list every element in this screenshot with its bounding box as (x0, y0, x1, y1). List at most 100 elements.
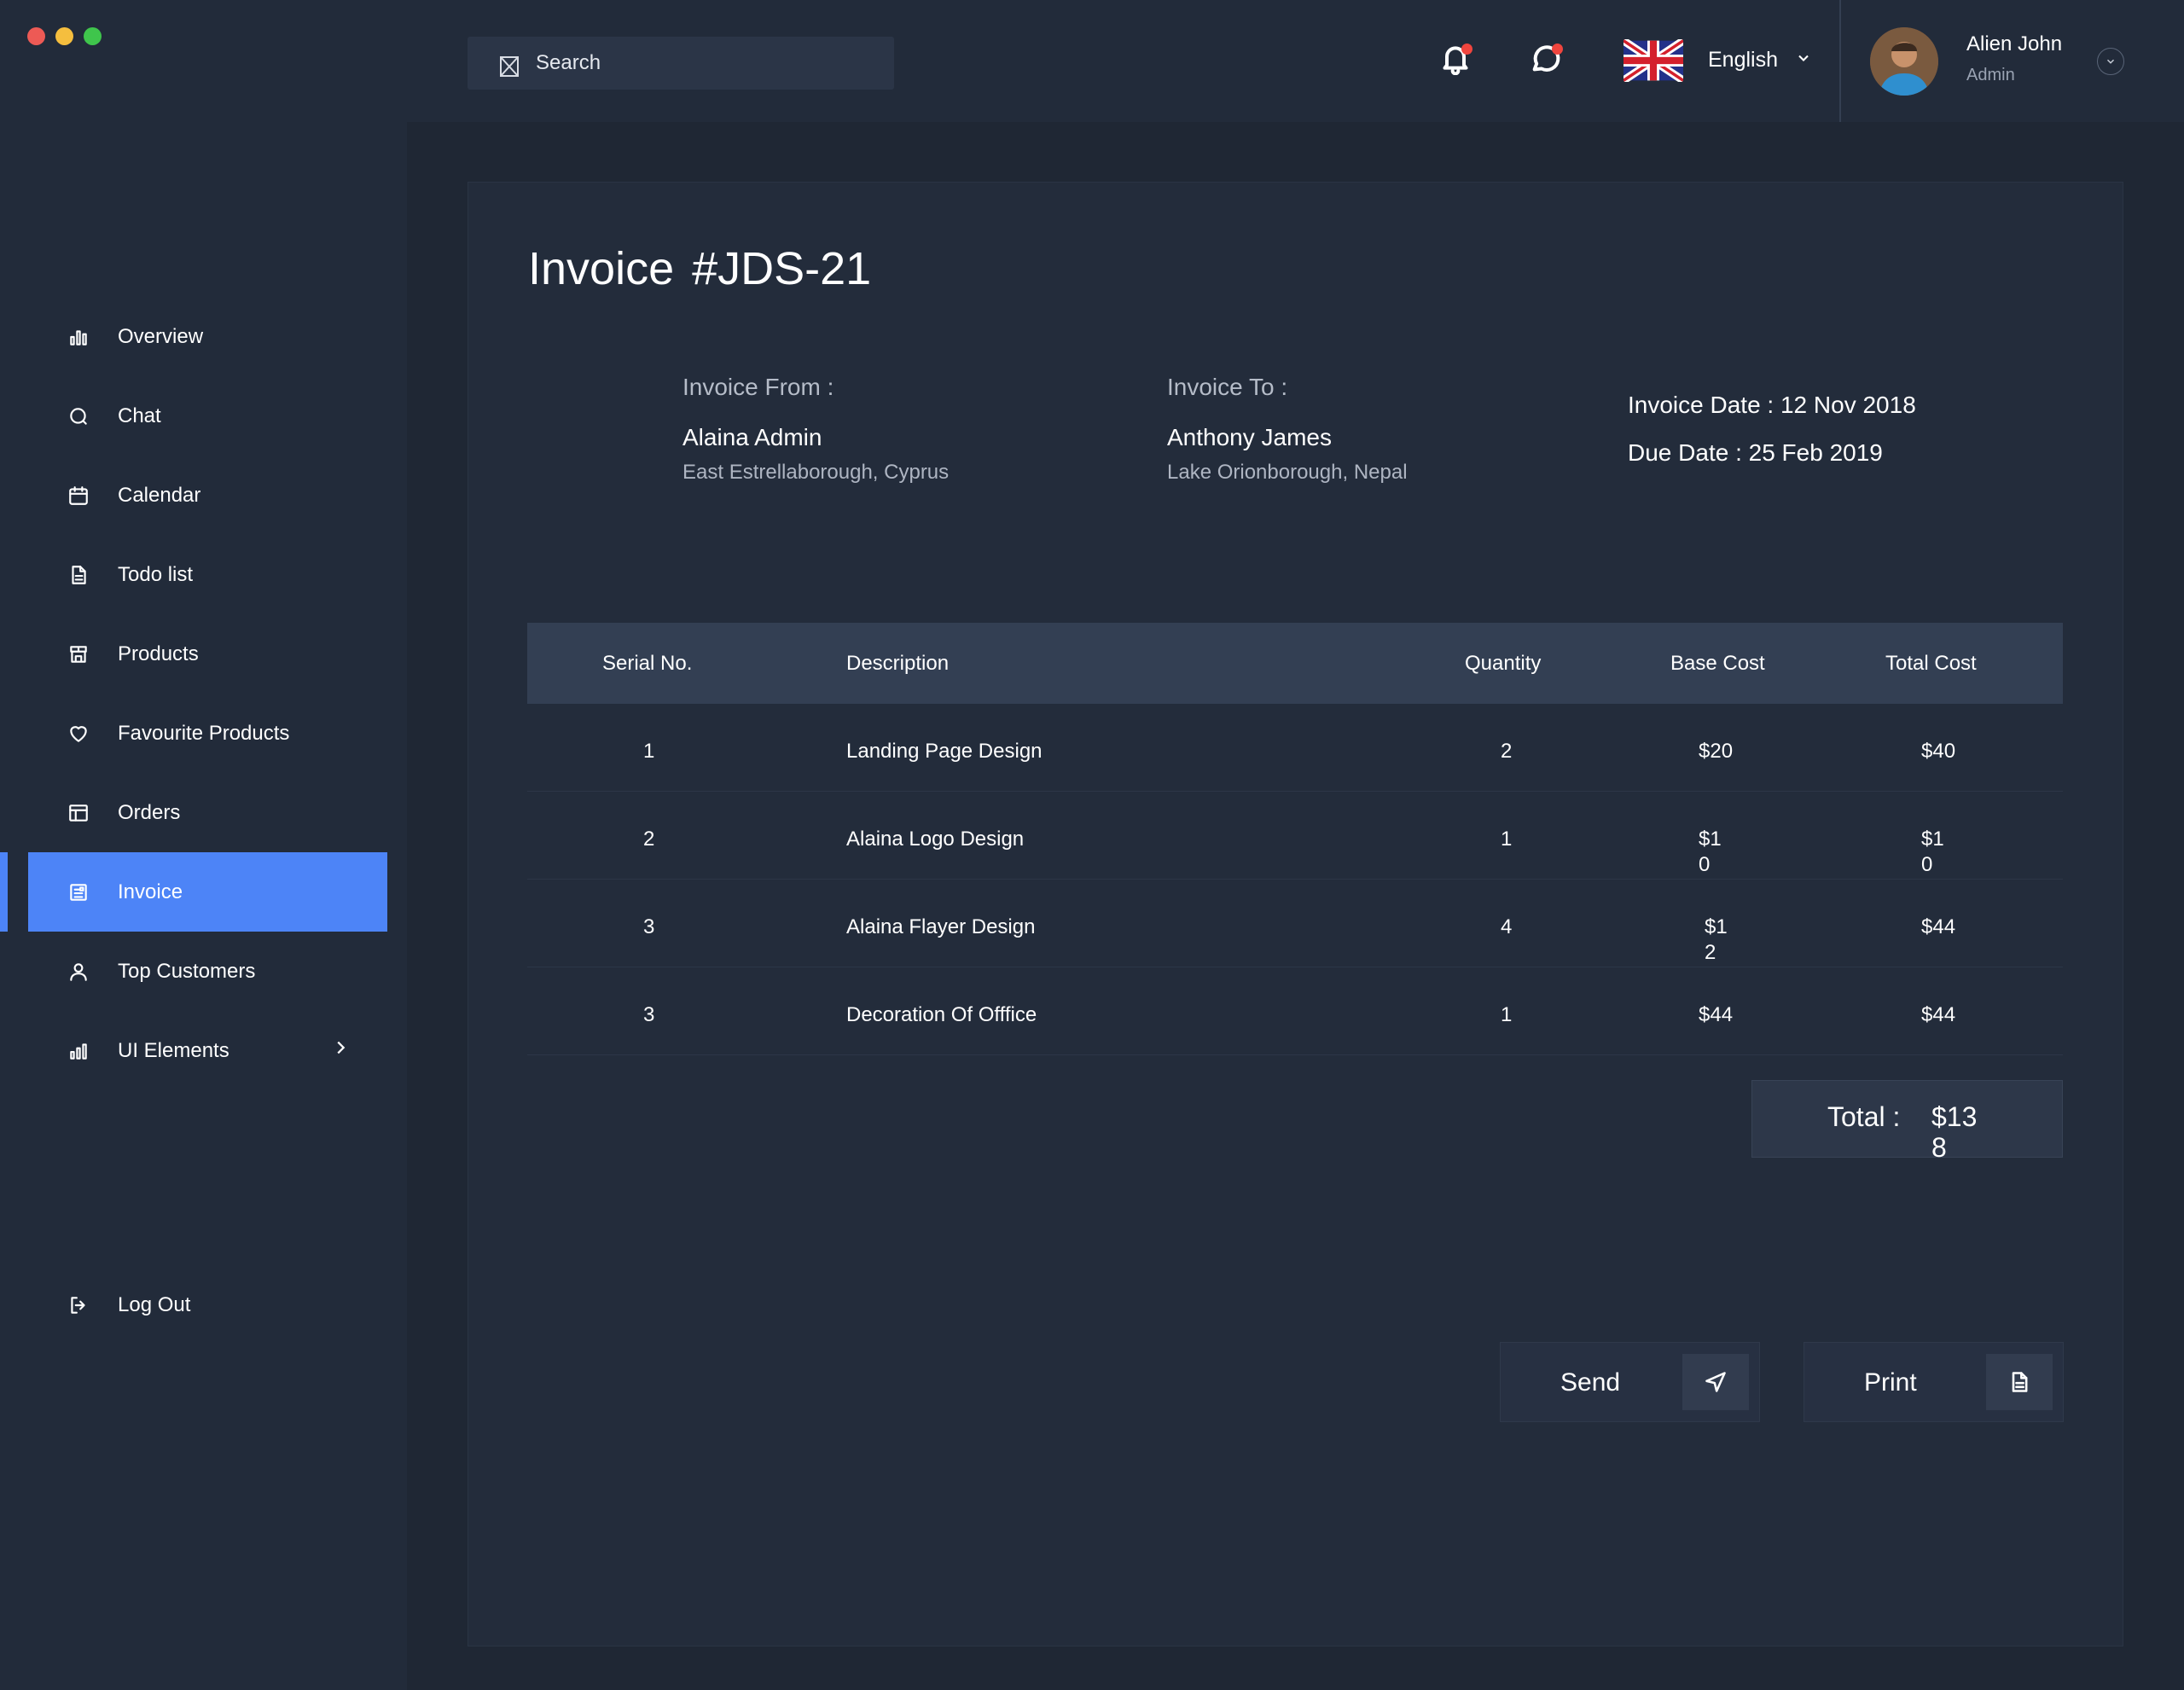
column-header: Quantity (1465, 652, 1542, 675)
sidebar-item-label: Invoice (118, 880, 183, 903)
store-icon (67, 642, 90, 666)
header-divider (1839, 0, 1841, 122)
document-icon (67, 563, 90, 587)
column-header: Description (846, 652, 950, 675)
table-row: 1 Landing Page Design 2 $20 $40 (527, 704, 2063, 792)
layout-icon (67, 801, 90, 825)
cell-total-cost: $40 (1921, 740, 1956, 763)
cell-base-cost: $10 (1699, 828, 1722, 876)
cell-quantity: 1 (1501, 1003, 1513, 1026)
sidebar-item-calendar[interactable]: Calendar (28, 456, 387, 535)
invoice-from-address: East Estrellaborough, Cyprus (682, 461, 950, 484)
chevron-down-icon[interactable] (1795, 49, 1812, 71)
notifications-button[interactable] (1438, 41, 1476, 78)
send-label: Send (1560, 1368, 1621, 1397)
sidebar-item-invoice[interactable]: Invoice (28, 852, 387, 932)
notification-badge (1461, 44, 1472, 55)
sidebar-item-top-customers[interactable]: Top Customers (28, 932, 387, 1011)
send-icon (1682, 1354, 1749, 1410)
user-role: Admin (1966, 66, 2015, 84)
table-row: 2 Alaina Logo Design 1 $10 $10 (527, 792, 2063, 880)
sidebar-item-favourite-products[interactable]: Favourite Products (28, 694, 387, 773)
logout-button[interactable]: Log Out (28, 1265, 387, 1344)
total-box: Total : $138 (1751, 1080, 2063, 1163)
sidebar-item-label: Calendar (118, 483, 201, 507)
invoice-from-name: Alaina Admin (682, 424, 822, 450)
search-icon (498, 54, 520, 79)
calendar-icon (67, 484, 90, 508)
bar-chart-icon (67, 325, 90, 349)
table-row: 3 Alaina Flayer Design 4 $12 $44 (527, 880, 2063, 967)
invoice-icon (67, 880, 90, 904)
column-header: Serial No. (602, 652, 693, 675)
invoice-from-label: Invoice From : (682, 374, 834, 400)
minimize-window-button[interactable] (55, 27, 73, 45)
cell-description: Alaina Flayer Design (846, 915, 1036, 938)
cell-quantity: 2 (1501, 740, 1513, 763)
sidebar-item-label: Top Customers (118, 959, 256, 983)
bar-chart-icon (67, 1039, 90, 1063)
active-indicator (0, 852, 8, 932)
cell-description: Landing Page Design (846, 740, 1043, 763)
sidebar-item-label: Todo list (118, 562, 194, 586)
cell-total-cost: $10 (1921, 828, 1944, 876)
cell-serial: 2 (643, 828, 655, 851)
print-button[interactable]: Print (1804, 1342, 2064, 1422)
cell-total-cost: $44 (1921, 1003, 1956, 1026)
chevron-down-icon (2106, 59, 2115, 64)
cell-serial: 3 (643, 1003, 655, 1026)
sidebar-item-todo-list[interactable]: Todo list (28, 535, 387, 614)
logout-icon (67, 1293, 90, 1317)
sidebar-item-chat[interactable]: Chat (28, 376, 387, 456)
sidebar-item-label: Chat (118, 404, 161, 427)
total-label: Total : (1827, 1101, 1901, 1132)
total-value: $138 (1931, 1101, 1978, 1163)
cell-description: Decoration Of Offfice (846, 1003, 1037, 1026)
document-icon (1986, 1354, 2053, 1410)
invoice-to-name: Anthony James (1167, 424, 1332, 450)
invoice-to-address: Lake Orionborough, Nepal (1167, 461, 1408, 484)
sidebar-item-label: Orders (118, 800, 181, 824)
sidebar-item-label: Products (118, 642, 199, 665)
cell-quantity: 1 (1501, 828, 1513, 851)
close-window-button[interactable] (27, 27, 45, 45)
maximize-window-button[interactable] (84, 27, 102, 45)
due-date: Due Date : 25 Feb 2019 (1628, 439, 1883, 466)
uk-flag-icon[interactable] (1621, 37, 1686, 84)
language-label[interactable]: English (1708, 48, 1778, 73)
sidebar-item-label: Overview (118, 324, 204, 348)
print-label: Print (1864, 1368, 1917, 1397)
cell-total-cost: $44 (1921, 915, 1956, 938)
sidebar-item-ui-elements[interactable]: UI Elements (28, 1011, 387, 1090)
column-header: Total Cost (1885, 652, 1977, 675)
cell-base-cost: $44 (1699, 1003, 1734, 1026)
sidebar-item-overview[interactable]: Overview (28, 297, 387, 376)
user-icon (67, 960, 90, 984)
page-title: Invoice #JDS-21 (528, 243, 872, 294)
user-menu-button[interactable] (2097, 48, 2124, 75)
cell-description: Alaina Logo Design (846, 828, 1025, 851)
chevron-right-icon (331, 1038, 350, 1063)
search-placeholder: Search (536, 51, 601, 74)
cell-base-cost: $12 (1705, 915, 1728, 964)
table-row: 3 Decoration Of Offfice 1 $44 $44 (527, 967, 2063, 1055)
avatar[interactable] (1870, 27, 1938, 96)
invoice-card: Invoice #JDS-21 Invoice From : Alaina Ad… (468, 182, 2123, 1646)
cell-quantity: 4 (1501, 915, 1513, 938)
window-controls (27, 27, 102, 45)
sidebar-item-orders[interactable]: Orders (28, 773, 387, 852)
invoice-date: Invoice Date : 12 Nov 2018 (1628, 392, 1916, 418)
chat-icon (67, 404, 90, 428)
message-badge (1552, 44, 1563, 55)
table-header: Serial No. Description Quantity Base Cos… (527, 623, 2063, 704)
sidebar-item-label: Favourite Products (118, 721, 290, 745)
send-button[interactable]: Send (1500, 1342, 1760, 1422)
invoice-to-label: Invoice To : (1167, 374, 1288, 400)
cell-base-cost: $20 (1699, 740, 1734, 763)
user-name: Alien John (1966, 32, 2063, 55)
cell-serial: 3 (643, 915, 655, 938)
sidebar: Overview Chat Calendar Todo list Product… (0, 0, 407, 1690)
messages-button[interactable] (1529, 41, 1566, 78)
search-input[interactable]: Search (468, 37, 894, 90)
sidebar-item-products[interactable]: Products (28, 614, 387, 694)
